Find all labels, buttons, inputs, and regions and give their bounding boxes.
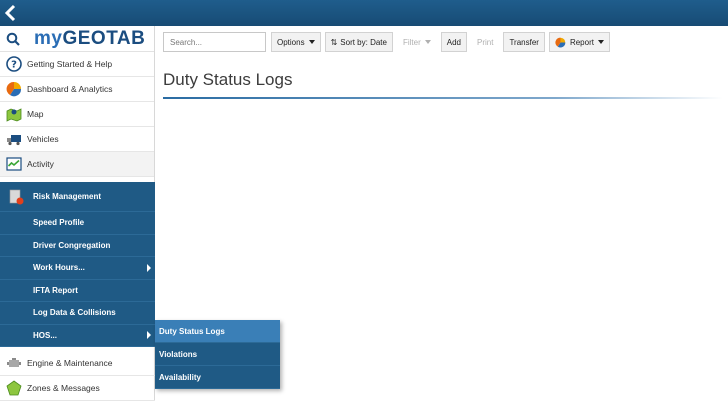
flyout-item-availability[interactable]: Availability [155, 366, 280, 389]
toolbar: Options ⇅Sort by: Date Filter Add Print … [163, 32, 610, 52]
sidebar-item-engine-maintenance[interactable]: Engine & Maintenance [0, 351, 155, 376]
logo-row: myGEOTAB [0, 26, 154, 52]
submenu-item-log-data[interactable]: Log Data & Collisions [0, 302, 155, 325]
sidebar-item-label: Map [27, 109, 44, 119]
pie-chart-icon [555, 37, 566, 47]
activity-chart-icon [6, 157, 22, 171]
sidebar-item-activity[interactable]: Activity [0, 152, 154, 177]
sidebar-item-label: Activity [27, 159, 54, 169]
options-button[interactable]: Options [271, 32, 321, 52]
chevron-down-icon [424, 40, 431, 44]
sort-button[interactable]: ⇅ Sort by: Date [324, 32, 393, 52]
pie-chart-icon [6, 81, 22, 97]
submenu-item-driver-congregation[interactable]: Driver Congregation [0, 235, 155, 257]
submenu-item-ifta-report[interactable]: IFTA Report [0, 280, 155, 302]
risk-icon [9, 189, 24, 204]
back-arrow-icon[interactable] [4, 3, 24, 23]
map-icon [6, 108, 22, 122]
sidebar-lower: Engine & Maintenance Zones & Messages [0, 351, 155, 401]
sidebar-item-label: Engine & Maintenance [27, 358, 113, 368]
print-button[interactable]: Print [471, 32, 499, 52]
help-icon: ? [6, 56, 22, 72]
page-title: Duty Status Logs [163, 70, 293, 89]
sidebar-item-dashboard[interactable]: Dashboard & Analytics [0, 77, 154, 102]
submenu-item-work-hours[interactable]: Work Hours... [0, 257, 155, 280]
chevron-right-icon [147, 263, 151, 272]
chevron-down-icon [308, 40, 315, 44]
transfer-button[interactable]: Transfer [503, 32, 545, 52]
chevron-down-icon [597, 40, 604, 44]
sidebar-item-zones-messages[interactable]: Zones & Messages [0, 376, 155, 401]
logo[interactable]: myGEOTAB [34, 28, 145, 50]
zones-icon [6, 380, 22, 396]
submenu-item-speed-profile[interactable]: Speed Profile [0, 212, 155, 235]
engine-icon [7, 358, 21, 367]
chevron-right-icon [147, 331, 151, 340]
search-input[interactable] [163, 32, 266, 52]
sort-icon: ⇅ [330, 37, 338, 47]
hos-flyout-menu: Duty Status Logs Violations Availability [155, 320, 280, 389]
sidebar-item-label: Zones & Messages [27, 383, 100, 393]
activity-submenu: Risk Management Speed Profile Driver Con… [0, 182, 155, 347]
title-divider [163, 97, 723, 99]
svg-text:?: ? [11, 60, 17, 71]
add-button[interactable]: Add [440, 32, 467, 52]
sidebar-item-label: Getting Started & Help [27, 59, 113, 69]
top-bar [0, 0, 728, 26]
submenu-item-risk-management[interactable]: Risk Management [0, 182, 155, 212]
sidebar-item-map[interactable]: Map [0, 102, 154, 127]
search-icon[interactable] [6, 32, 20, 46]
report-button[interactable]: Report [548, 32, 610, 52]
submenu-item-hos[interactable]: HOS... [0, 325, 155, 347]
filter-button[interactable]: Filter [397, 32, 437, 52]
flyout-item-duty-status-logs[interactable]: Duty Status Logs [155, 320, 280, 343]
sidebar-item-vehicles[interactable]: Vehicles [0, 127, 154, 152]
sidebar-item-getting-started[interactable]: ? Getting Started & Help [0, 52, 154, 77]
flyout-item-violations[interactable]: Violations [155, 343, 280, 366]
sidebar-item-label: Vehicles [27, 134, 59, 144]
vehicle-icon [7, 135, 21, 146]
sidebar-item-label: Dashboard & Analytics [27, 84, 113, 94]
